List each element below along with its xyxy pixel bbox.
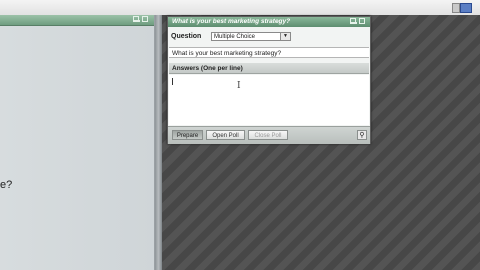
screen-share-icon[interactable] xyxy=(460,3,472,13)
search-icon[interactable]: ⚲ xyxy=(357,130,367,140)
maximize-icon[interactable] xyxy=(359,18,365,24)
poll-type-select[interactable]: Multiple Choice ▼ xyxy=(211,32,291,41)
text-caret xyxy=(172,78,173,85)
minimize-icon[interactable] xyxy=(133,16,140,22)
ibeam-cursor-icon: I xyxy=(237,81,241,91)
left-panel-text: e? xyxy=(0,179,13,191)
poll-title: What is your best marketing strategy? xyxy=(172,18,291,25)
maximize-icon[interactable] xyxy=(142,16,148,22)
panel-divider[interactable] xyxy=(155,15,162,270)
poll-footer: Prepare Open Poll Close Poll ⚲ xyxy=(168,126,370,144)
poll-type-value: Multiple Choice xyxy=(214,34,256,40)
answers-textarea[interactable]: I xyxy=(169,75,369,125)
open-poll-button[interactable]: Open Poll xyxy=(206,130,245,140)
minimize-icon[interactable] xyxy=(350,18,357,24)
poll-title-bar[interactable]: What is your best marketing strategy? xyxy=(168,17,370,27)
answers-label: Answers (One per line) xyxy=(169,63,369,74)
chevron-down-icon[interactable]: ▼ xyxy=(280,33,290,40)
question-input[interactable]: What is your best marketing strategy? xyxy=(169,47,369,58)
top-toolbar xyxy=(0,0,480,16)
question-label: Question xyxy=(171,33,202,40)
left-panel-header xyxy=(0,15,154,26)
close-poll-button[interactable]: Close Poll xyxy=(248,130,288,140)
prepare-button[interactable]: Prepare xyxy=(172,130,203,140)
poll-window: What is your best marketing strategy? Qu… xyxy=(167,16,371,144)
left-panel: e? xyxy=(0,15,155,270)
toolbar-icon[interactable] xyxy=(452,3,460,13)
